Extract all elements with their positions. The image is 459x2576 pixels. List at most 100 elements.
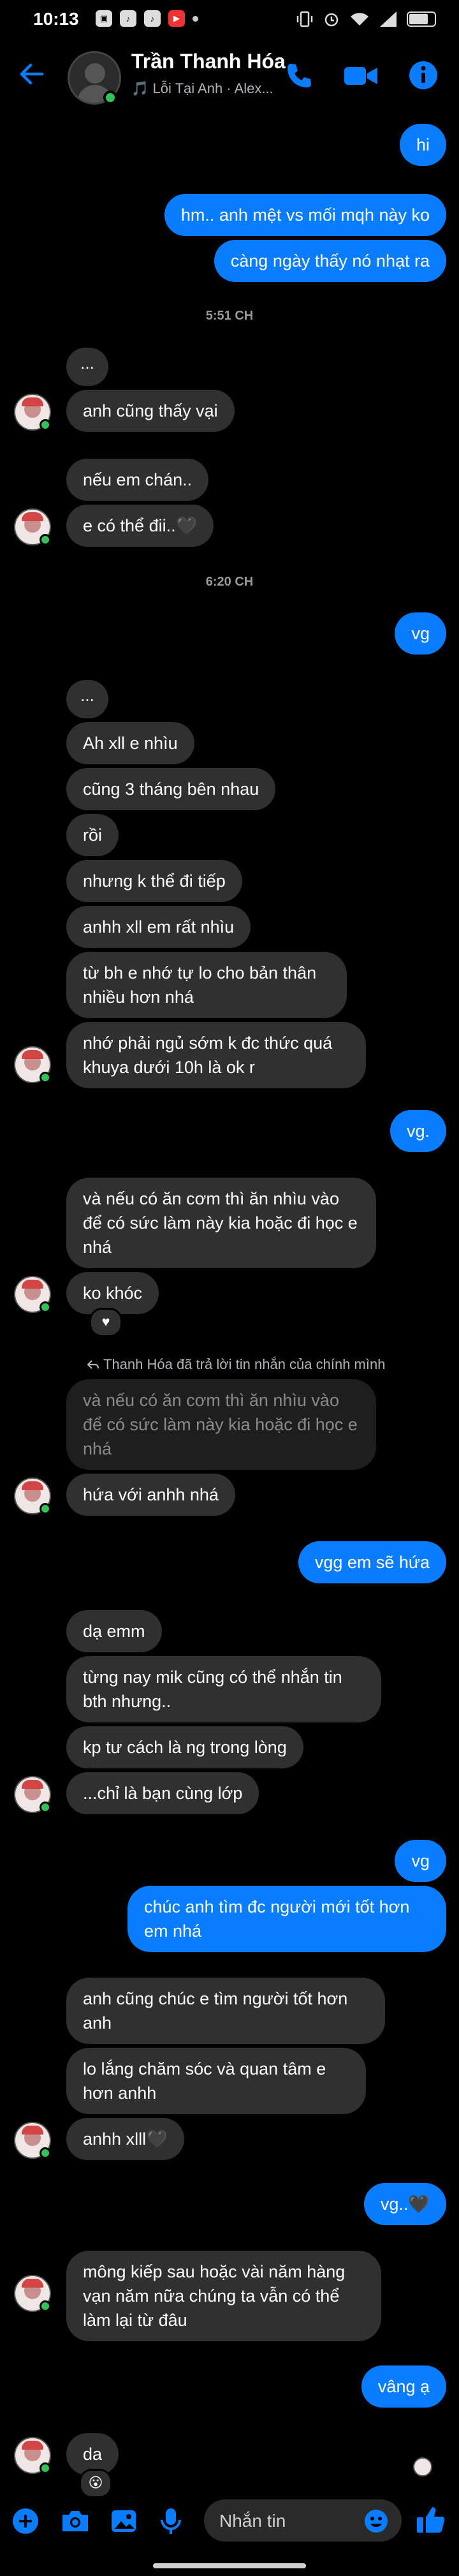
back-arrow-icon[interactable] bbox=[18, 60, 46, 88]
message-bubble[interactable]: anhh xll em rất nhìu bbox=[66, 906, 251, 948]
message-bubble[interactable]: nếu em chán.. bbox=[66, 459, 209, 501]
message-bubble[interactable]: e có thể đii..🖤 bbox=[66, 505, 214, 547]
message-bubble[interactable]: kp tư cách là ng trong lòng bbox=[66, 1726, 303, 1768]
message-bubble[interactable]: mông kiếp sau hoặc vài năm hàng vạn năm … bbox=[66, 2251, 381, 2341]
message-bubble[interactable]: hi bbox=[399, 124, 446, 166]
quoted-message[interactable]: và nếu có ăn cơm thì ăn nhìu vào để có s… bbox=[0, 1379, 459, 1470]
message-incoming[interactable]: và nếu có ăn cơm thì ăn nhìu vào để có s… bbox=[0, 1178, 459, 1268]
message-incoming[interactable]: ...chỉ là bạn cùng lớp bbox=[0, 1772, 459, 1814]
message-incoming[interactable]: nếu em chán.. bbox=[0, 459, 459, 501]
status-bar: 10:13 ▣ ♪ ♪ ▶ bbox=[0, 0, 459, 41]
message-bubble[interactable]: vg bbox=[395, 1840, 446, 1882]
message-bubble[interactable]: vâng ạ bbox=[361, 2365, 446, 2408]
info-icon[interactable] bbox=[408, 60, 439, 91]
message-incoming[interactable]: ko khóc ♥ bbox=[0, 1272, 459, 1337]
message-incoming[interactable]: ... bbox=[0, 348, 459, 386]
message-bubble[interactable]: nhưng k thể đi tiếp bbox=[66, 860, 242, 902]
message-incoming[interactable]: kp tư cách là ng trong lòng bbox=[0, 1726, 459, 1768]
message-bubble[interactable]: anh cũng thấy vại bbox=[66, 390, 235, 432]
home-indicator[interactable] bbox=[153, 2563, 306, 2568]
message-incoming[interactable]: mông kiếp sau hoặc vài năm hàng vạn năm … bbox=[0, 2251, 459, 2341]
app-notification-icon: ▣ bbox=[96, 10, 112, 27]
message-bubble[interactable]: Ah xll e nhìu bbox=[66, 722, 194, 764]
message-bubble[interactable]: nhớ phải ngủ sớm k đc thức quá khuya dướ… bbox=[66, 1022, 366, 1088]
message-bubble[interactable]: rồi bbox=[66, 814, 119, 856]
message-bubble[interactable]: ...chỉ là bạn cùng lớp bbox=[66, 1772, 259, 1814]
message-outgoing[interactable]: càng ngày thấy nó nhạt ra bbox=[0, 240, 459, 282]
online-status-dot bbox=[40, 1503, 51, 1514]
message-bubble[interactable]: vg bbox=[395, 612, 446, 655]
message-incoming[interactable]: cũng 3 tháng bên nhau bbox=[0, 768, 459, 810]
message-outgoing[interactable]: hi bbox=[0, 124, 459, 166]
message-incoming[interactable]: anh cũng chúc e tìm người tốt hơn anh bbox=[0, 1978, 459, 2044]
message-outgoing[interactable]: vg bbox=[0, 1840, 459, 1882]
conversation-header: Trần Thanh Hóa 🎵 Lỗi Tại Anh · Alex... bbox=[0, 41, 459, 115]
message-incoming[interactable]: anhh xll em rất nhìu bbox=[0, 906, 459, 948]
message-bubble[interactable]: vgg em sẽ hứa bbox=[298, 1541, 446, 1583]
message-bubble[interactable]: anhh xlll🖤 bbox=[66, 2118, 184, 2160]
online-status-dot bbox=[40, 419, 51, 431]
tiktok-icon: ♪ bbox=[120, 10, 136, 27]
video-camera-icon[interactable] bbox=[343, 61, 379, 91]
microphone-icon[interactable] bbox=[158, 2507, 184, 2535]
message-incoming[interactable]: anh cũng thấy vại bbox=[0, 390, 459, 432]
message-bubble[interactable]: ... bbox=[66, 348, 108, 386]
message-incoming[interactable]: nhớ phải ngủ sớm k đc thức quá khuya dướ… bbox=[0, 1022, 459, 1088]
online-status-dot bbox=[40, 1301, 51, 1313]
contact-name[interactable]: Trần Thanh Hóa bbox=[131, 50, 286, 73]
online-status-dot bbox=[40, 2300, 51, 2312]
message-outgoing[interactable]: hm.. anh mệt vs mối mqh này ko bbox=[0, 194, 459, 236]
plus-circle-icon[interactable] bbox=[11, 2507, 40, 2535]
more-notifications-dot bbox=[193, 15, 198, 22]
message-incoming[interactable]: ... bbox=[0, 680, 459, 718]
message-incoming[interactable]: e có thể đii..🖤 bbox=[0, 505, 459, 547]
thumbs-up-icon[interactable] bbox=[416, 2505, 445, 2535]
message-bubble[interactable]: chúc anh tìm đc người mới tốt hơn em nhá bbox=[127, 1886, 446, 1952]
reply-indicator: Thanh Hóa đã trả lời tin nhắn của chính … bbox=[0, 1356, 459, 1373]
message-outgoing[interactable]: vâng ạ bbox=[0, 2365, 459, 2408]
quoted-bubble[interactable]: và nếu có ăn cơm thì ăn nhìu vào để có s… bbox=[66, 1379, 376, 1470]
message-bubble[interactable]: lo lắng chăm sóc và quan tâm e hơn anhh bbox=[66, 2048, 366, 2114]
battery-icon bbox=[407, 11, 436, 27]
message-incoming[interactable]: từ bh e nhớ tự lo cho bản thân nhiều hơn… bbox=[0, 952, 459, 1018]
message-list[interactable]: hi hm.. anh mệt vs mối mqh này ko càng n… bbox=[0, 117, 459, 2498]
message-bubble[interactable]: từng nay mik cũng có thể nhắn tin bth nh… bbox=[66, 1656, 381, 1722]
message-bubble[interactable]: ... bbox=[66, 680, 108, 718]
contact-now-playing[interactable]: 🎵 Lỗi Tại Anh · Alex... bbox=[131, 80, 273, 97]
status-time: 10:13 bbox=[33, 9, 79, 29]
message-outgoing[interactable]: vg bbox=[0, 612, 459, 655]
message-outgoing[interactable]: vg..🖤 bbox=[0, 2183, 459, 2225]
message-bubble[interactable]: và nếu có ăn cơm thì ăn nhìu vào để có s… bbox=[66, 1178, 376, 1268]
message-outgoing[interactable]: chúc anh tìm đc người mới tốt hơn em nhá bbox=[0, 1886, 459, 1952]
online-status-dot bbox=[40, 534, 51, 545]
message-bubble[interactable]: vg..🖤 bbox=[363, 2183, 446, 2225]
message-bubble[interactable]: từ bh e nhớ tự lo cho bản thân nhiều hơn… bbox=[66, 952, 347, 1018]
message-incoming[interactable]: lo lắng chăm sóc và quan tâm e hơn anhh bbox=[0, 2048, 459, 2114]
message-input-placeholder: Nhắn tin bbox=[219, 2511, 286, 2531]
emoji-icon[interactable] bbox=[363, 2508, 389, 2534]
message-bubble[interactable]: vg. bbox=[390, 1110, 446, 1152]
message-incoming[interactable]: Ah xll e nhìu bbox=[0, 722, 459, 764]
gallery-icon[interactable] bbox=[110, 2507, 138, 2535]
message-bubble[interactable]: hm.. anh mệt vs mối mqh này ko bbox=[164, 194, 446, 236]
online-status-dot bbox=[40, 1802, 51, 1813]
heart-reaction-icon[interactable]: ♥ bbox=[89, 1308, 122, 1337]
phone-icon[interactable] bbox=[284, 61, 314, 91]
message-bubble[interactable]: cũng 3 tháng bên nhau bbox=[66, 768, 276, 810]
message-incoming[interactable]: dạ emm bbox=[0, 1610, 459, 1652]
message-incoming[interactable]: anhh xlll🖤 bbox=[0, 2118, 459, 2160]
message-bubble[interactable]: càng ngày thấy nó nhạt ra bbox=[214, 240, 446, 282]
message-outgoing[interactable]: vgg em sẽ hứa bbox=[0, 1541, 459, 1583]
message-incoming[interactable]: từng nay mik cũng có thể nhắn tin bth nh… bbox=[0, 1656, 459, 1722]
message-bubble[interactable]: dạ emm bbox=[66, 1610, 162, 1652]
message-incoming[interactable]: nhưng k thể đi tiếp bbox=[0, 860, 459, 902]
system-icons bbox=[296, 10, 436, 28]
camera-icon[interactable] bbox=[60, 2507, 91, 2535]
message-outgoing[interactable]: vg. bbox=[0, 1110, 459, 1152]
wifi-icon bbox=[351, 13, 368, 26]
message-bubble[interactable]: anh cũng chúc e tìm người tốt hơn anh bbox=[66, 1978, 385, 2044]
message-bubble[interactable]: hứa với anhh nhá bbox=[66, 1474, 235, 1516]
online-status-dot bbox=[40, 2462, 51, 2474]
message-incoming[interactable]: hứa với anhh nhá bbox=[0, 1474, 459, 1516]
message-incoming[interactable]: rồi bbox=[0, 814, 459, 856]
